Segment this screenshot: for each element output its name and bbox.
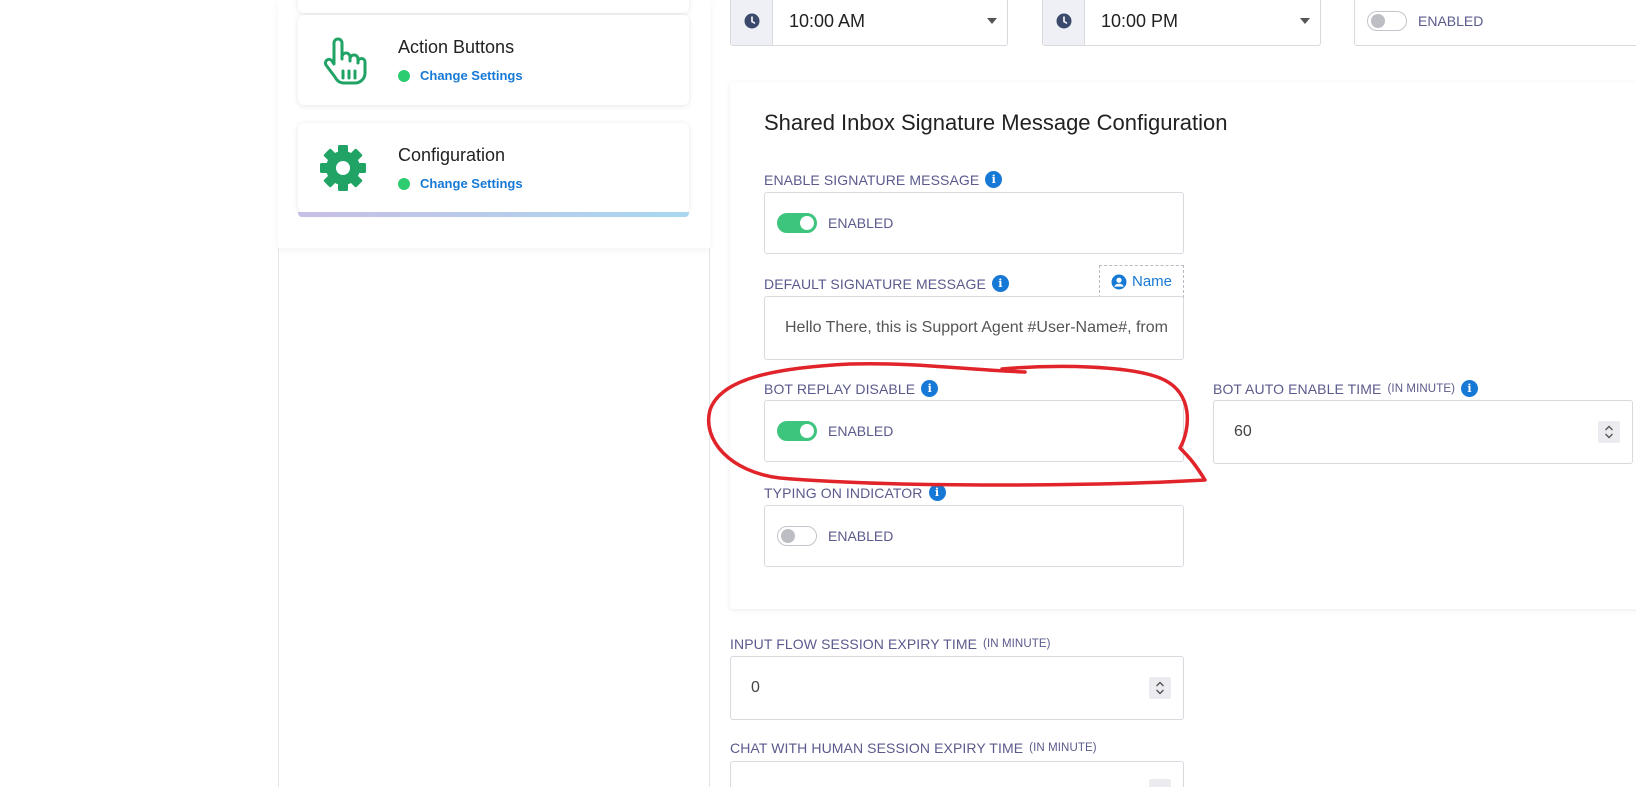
top-toggle-box: ENABLED bbox=[1354, 0, 1636, 46]
card-title: Configuration bbox=[398, 145, 506, 165]
card-status: Change Settings bbox=[398, 176, 523, 191]
end-time-value: 10:00 PM bbox=[1101, 10, 1179, 31]
unit-text: (IN MINUTE) bbox=[1387, 382, 1456, 395]
status-dot bbox=[398, 69, 410, 82]
typing-indicator-toggle[interactable] bbox=[777, 526, 817, 546]
toggle-row: ENABLED bbox=[765, 401, 1183, 461]
label-text: ENABLE SIGNATURE MESSAGE bbox=[764, 171, 980, 188]
info-icon[interactable]: i bbox=[991, 275, 1009, 292]
insert-name-tag-button[interactable]: Name bbox=[1099, 265, 1184, 298]
info-icon[interactable]: i bbox=[921, 380, 939, 397]
action-buttons-card[interactable]: Action Buttons Change Settings bbox=[298, 15, 689, 105]
chevron-down-icon bbox=[977, 0, 1007, 45]
toggle-label: ENABLED bbox=[1418, 13, 1484, 29]
card-status: Change Settings bbox=[398, 68, 523, 83]
bot-auto-enable-label: BOT AUTO ENABLE TIME (IN MINUTE) i bbox=[1213, 380, 1479, 397]
status-dot bbox=[398, 177, 410, 190]
chevron-down-icon bbox=[1290, 0, 1320, 45]
number-input-row: 60 bbox=[1214, 401, 1632, 463]
label-text: BOT AUTO ENABLE TIME bbox=[1213, 380, 1382, 397]
top-toggle-row: ENABLED bbox=[1355, 0, 1636, 45]
label-text: DEFAULT SIGNATURE MESSAGE bbox=[764, 275, 986, 292]
toggle-label: ENABLED bbox=[828, 423, 894, 439]
bot-replay-disable-label: BOT REPLAY DISABLE i bbox=[764, 380, 939, 397]
bot-replay-disable-toggle[interactable] bbox=[777, 421, 817, 441]
settings-page: Action Buttons Change Settings Configura… bbox=[0, 0, 1636, 787]
stepper-icon[interactable] bbox=[1149, 779, 1171, 787]
default-signature-label: DEFAULT SIGNATURE MESSAGE i bbox=[764, 275, 1009, 292]
toggle-row: ENABLED bbox=[765, 193, 1183, 253]
name-tag-label: Name bbox=[1131, 273, 1172, 290]
toggle-row: ENABLED bbox=[765, 506, 1183, 566]
stepper-icon[interactable] bbox=[1149, 677, 1171, 699]
label-text: INPUT FLOW SESSION EXPIRY TIME bbox=[730, 636, 978, 652]
chat-human-expiry-input[interactable] bbox=[730, 761, 1184, 787]
change-settings-link[interactable]: Change Settings bbox=[420, 176, 523, 191]
number-input-row: 0 bbox=[731, 657, 1183, 719]
input-flow-expiry-input[interactable]: 0 bbox=[730, 656, 1184, 720]
label-text: BOT REPLAY DISABLE bbox=[764, 380, 916, 397]
chat-human-expiry-label: CHAT WITH HUMAN SESSION EXPIRY TIME (IN … bbox=[730, 740, 1097, 756]
input-flow-expiry-label: INPUT FLOW SESSION EXPIRY TIME (IN MINUT… bbox=[730, 636, 1051, 652]
toggle-label: ENABLED bbox=[828, 528, 894, 544]
card-title: Action Buttons bbox=[398, 37, 515, 57]
stepper-icon[interactable] bbox=[1598, 421, 1620, 443]
default-signature-input[interactable]: Hello There, this is Support Agent #User… bbox=[764, 296, 1184, 360]
label-text: CHAT WITH HUMAN SESSION EXPIRY TIME bbox=[730, 740, 1024, 756]
pointing-hand-icon bbox=[318, 35, 368, 85]
input-flow-expiry-value: 0 bbox=[751, 679, 760, 696]
info-icon[interactable]: i bbox=[928, 484, 946, 501]
info-icon[interactable]: i bbox=[985, 171, 1003, 188]
unit-text: (IN MINUTE) bbox=[983, 638, 1051, 650]
label-text: TYPING ON INDICATOR bbox=[764, 484, 923, 501]
toggle-label: ENABLED bbox=[828, 215, 894, 231]
enable-signature-toggle[interactable] bbox=[777, 213, 817, 233]
bot-replay-disable-box: ENABLED bbox=[764, 400, 1184, 462]
clock-icon bbox=[731, 0, 773, 45]
clock-icon bbox=[1043, 0, 1085, 45]
typing-indicator-label: TYPING ON INDICATOR i bbox=[764, 484, 946, 501]
bot-auto-enable-input[interactable]: 60 bbox=[1213, 400, 1633, 464]
info-icon[interactable]: i bbox=[1461, 380, 1479, 397]
number-input-row bbox=[731, 762, 1183, 787]
gear-icon bbox=[318, 143, 368, 193]
enable-signature-box: ENABLED bbox=[764, 192, 1184, 254]
signature-text: Hello There, this is Support Agent #User… bbox=[785, 319, 1168, 336]
end-time-select[interactable]: 10:00 PM bbox=[1042, 0, 1321, 46]
change-settings-link[interactable]: Change Settings bbox=[420, 68, 523, 83]
start-time-value: 10:00 AM bbox=[789, 10, 866, 31]
user-circle-icon bbox=[1111, 274, 1127, 289]
enable-signature-label: ENABLE SIGNATURE MESSAGE i bbox=[764, 171, 1003, 188]
typing-indicator-box: ENABLED bbox=[764, 505, 1184, 567]
top-toggle-switch[interactable] bbox=[1367, 11, 1407, 31]
previous-card-stub[interactable] bbox=[298, 0, 689, 13]
bot-auto-enable-value: 60 bbox=[1234, 423, 1252, 440]
configuration-card[interactable]: Configuration Change Settings bbox=[298, 123, 689, 217]
panel-title: Shared Inbox Signature Message Configura… bbox=[764, 110, 1228, 135]
start-time-select[interactable]: 10:00 AM bbox=[730, 0, 1008, 46]
unit-text: (IN MINUTE) bbox=[1029, 742, 1097, 754]
